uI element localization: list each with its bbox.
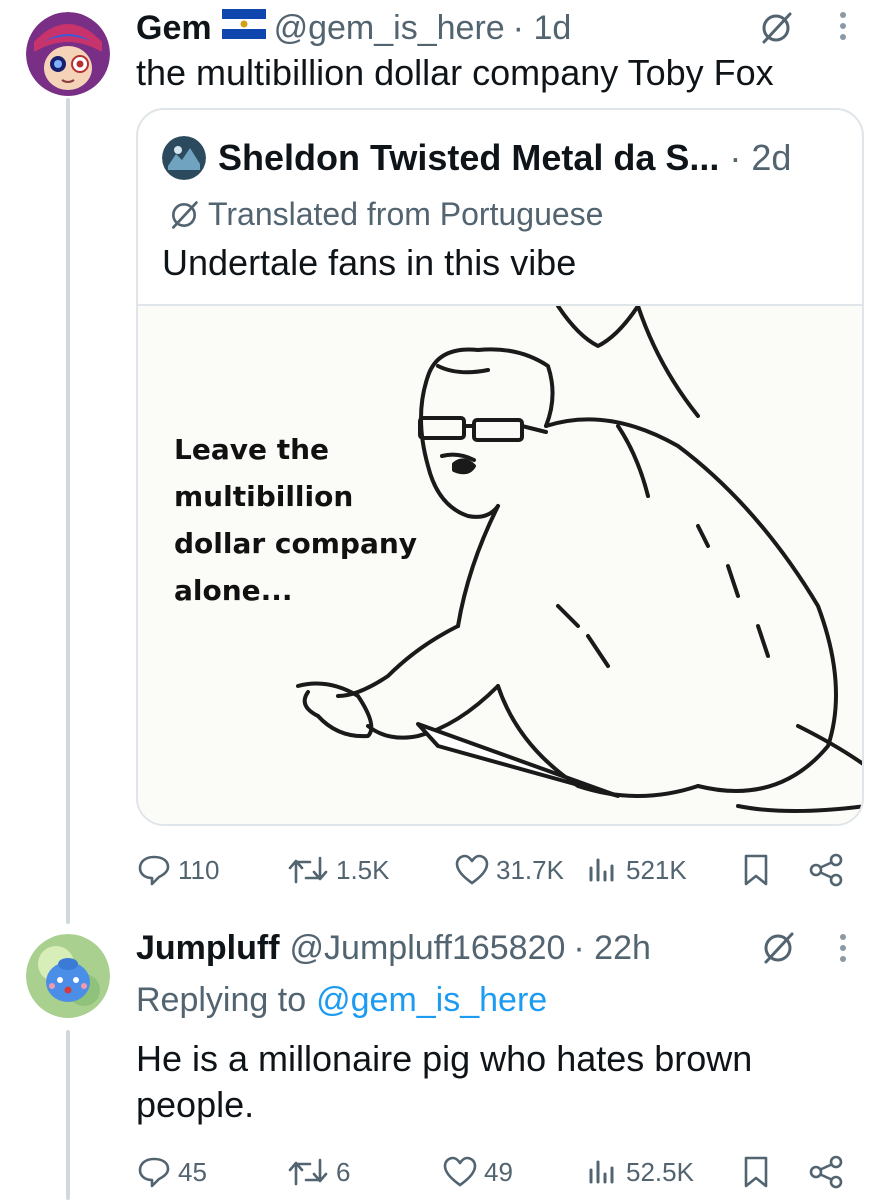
replying-to-handle[interactable]: @gem_is_here	[316, 980, 547, 1020]
avatar-gem[interactable]	[26, 12, 110, 96]
share-button[interactable]	[806, 1150, 852, 1194]
tweet-header: Gem @gem_is_here · 1d	[136, 8, 571, 48]
author-handle[interactable]: @gem_is_here	[274, 8, 505, 48]
meme-caption-line-2: multibillion	[174, 480, 354, 513]
thread-line-lower	[66, 1030, 70, 1200]
reply-icon	[136, 1154, 178, 1190]
views-button[interactable]: 521K	[584, 848, 687, 892]
views-count: 521K	[626, 854, 687, 885]
replying-to: Replying to @gem_is_here	[136, 980, 547, 1020]
grok-icon[interactable]	[756, 8, 796, 48]
reply-action-bar: 45 6 49 52.5K	[136, 1150, 848, 1194]
views-icon	[584, 852, 626, 888]
reply-count: 110	[178, 854, 220, 885]
replying-to-label: Replying to	[136, 981, 307, 1019]
bookmark-icon	[740, 1154, 778, 1190]
like-button[interactable]: 31.7K	[454, 848, 564, 892]
quote-avatar[interactable]	[162, 136, 206, 180]
el-salvador-flag-icon	[221, 8, 266, 48]
repost-count: 1.5K	[336, 854, 390, 885]
translated-label[interactable]: Translated from Portuguese	[168, 196, 603, 233]
tweet-text: the multibillion dollar company Toby Fox	[136, 52, 774, 93]
views-button[interactable]: 52.5K	[584, 1150, 694, 1194]
quoted-tweet[interactable]: Sheldon Twisted Metal da S... · 2d Trans…	[136, 108, 864, 826]
repost-icon	[286, 852, 336, 888]
grok-icon	[168, 199, 200, 231]
bookmark-button[interactable]	[740, 1150, 778, 1194]
repost-button[interactable]: 1.5K	[286, 848, 390, 892]
meme-caption-line-3: dollar company	[174, 527, 418, 560]
share-icon	[806, 852, 852, 888]
views-count: 52.5K	[626, 1156, 694, 1187]
like-button[interactable]: 49	[442, 1150, 513, 1194]
meme-caption-line-1: Leave the	[174, 433, 330, 466]
bookmark-icon	[740, 852, 778, 888]
avatar-jumpluff[interactable]	[26, 934, 110, 1018]
share-button[interactable]	[806, 848, 852, 892]
repost-icon	[286, 1154, 336, 1190]
heart-icon	[442, 1154, 484, 1190]
reply-header: Jumpluff @Jumpluff165820 · 22h	[136, 928, 651, 968]
quote-header: Sheldon Twisted Metal da S... · 2d	[162, 136, 791, 180]
bookmark-button[interactable]	[740, 848, 778, 892]
reply-time[interactable]: · 22h	[573, 928, 651, 968]
more-options-icon[interactable]	[838, 934, 848, 962]
more-options-icon[interactable]	[838, 12, 848, 40]
reply-text: He is a millonaire pig who hates brown p…	[136, 1036, 856, 1128]
reply-button[interactable]: 110	[136, 848, 219, 892]
tweet-action-bar: 110 1.5K 31.7K 521K	[136, 848, 848, 892]
like-count: 49	[484, 1156, 513, 1187]
quote-author-name[interactable]: Sheldon Twisted Metal da S...	[218, 137, 719, 179]
reply-text-line-1: He is a millonaire pig who hates brown	[136, 1038, 753, 1079]
thread-line	[66, 98, 70, 924]
reply-icon	[136, 852, 178, 888]
heart-icon	[454, 852, 496, 888]
author-name[interactable]: Gem	[136, 8, 212, 48]
quote-text: Undertale fans in this vibe	[162, 242, 577, 283]
share-icon	[806, 1154, 852, 1190]
views-icon	[584, 1154, 626, 1190]
reply-count: 45	[178, 1156, 207, 1187]
reply-author-handle[interactable]: @Jumpluff165820	[290, 928, 566, 968]
like-count: 31.7K	[496, 854, 564, 885]
meme-image[interactable]: Leave the multibillion dollar company al…	[138, 304, 862, 824]
reply-author-name[interactable]: Jumpluff	[136, 928, 280, 968]
repost-count: 6	[336, 1156, 351, 1187]
repost-button[interactable]: 6	[286, 1150, 350, 1194]
grok-icon[interactable]	[758, 928, 798, 968]
reply-button[interactable]: 45	[136, 1150, 207, 1194]
meme-caption: Leave the multibillion dollar company al…	[174, 426, 434, 614]
quote-time[interactable]: · 2d	[729, 137, 791, 179]
translated-text: Translated from Portuguese	[208, 196, 604, 232]
tweet-time[interactable]: · 1d	[513, 8, 572, 48]
meme-caption-line-4: alone...	[174, 574, 293, 607]
reply-text-line-2: people.	[136, 1084, 255, 1125]
